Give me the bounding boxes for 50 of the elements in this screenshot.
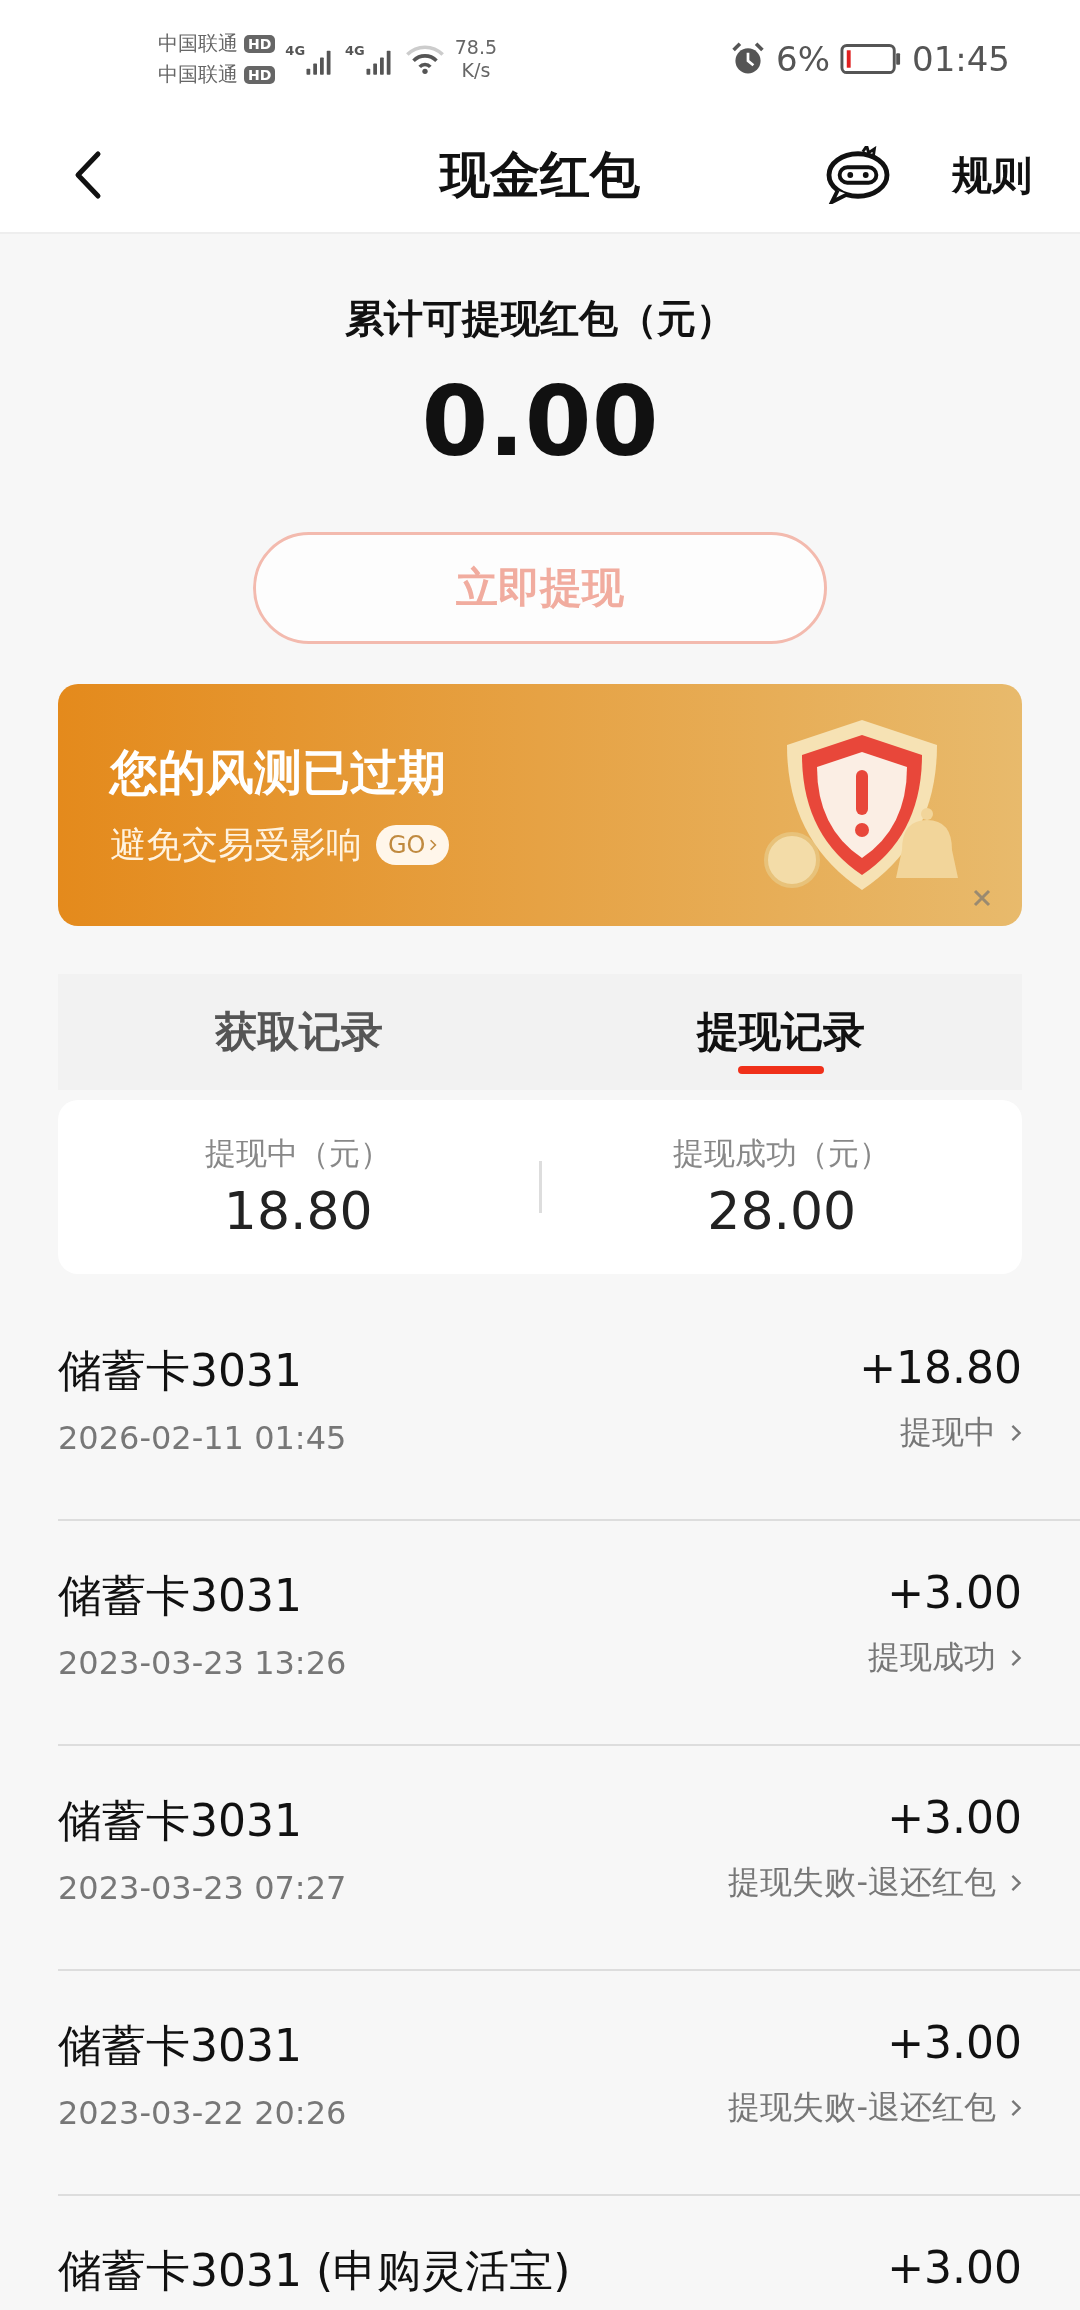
banner-subtitle: 避免交易受影响 — [110, 822, 362, 867]
rules-link[interactable]: 规则 — [952, 147, 1032, 203]
hd-badge: HD — [244, 34, 276, 53]
chevron-icon — [1010, 2098, 1022, 2118]
record-amount: +18.80 — [859, 1342, 1022, 1393]
record-title: 储蓄卡3031 — [58, 2019, 303, 2073]
record-status[interactable]: 提现失败-退还红包 — [728, 2086, 1022, 2130]
chatbot-icon[interactable] — [824, 146, 892, 204]
network-type: 4G — [345, 43, 365, 58]
chevron-icon — [428, 838, 437, 852]
record-date: 2023-03-22 20:26 — [58, 2094, 347, 2132]
record-status[interactable]: 提现中 — [900, 1411, 1022, 1455]
speed-unit: K/s — [461, 59, 491, 82]
record-status[interactable]: 提现成功 — [868, 1636, 1022, 1680]
record-tab[interactable]: 提现记录 — [540, 974, 1022, 1090]
chevron-icon — [1010, 1423, 1022, 1443]
summary-label: 提现成功（元） — [673, 1134, 891, 1173]
summary-label: 提现中（元） — [205, 1134, 392, 1173]
summary-value: 28.00 — [707, 1181, 857, 1241]
record-date: 2026-02-11 01:45 — [58, 1419, 347, 1457]
clock-time: 01:45 — [912, 39, 1010, 79]
page-title: 现金红包 — [440, 144, 640, 206]
summary-value: 18.80 — [223, 1181, 373, 1241]
chevron-icon — [1010, 1648, 1022, 1668]
record-title: 储蓄卡3031 (申购灵活宝) — [58, 2244, 571, 2298]
record-tab[interactable]: 获取记录 — [58, 974, 540, 1090]
network-type: 4G — [285, 43, 306, 58]
hd-badge: HD — [244, 65, 276, 84]
record-amount: +3.00 — [887, 2017, 1022, 2068]
battery-icon — [840, 43, 902, 75]
record-title: 储蓄卡3031 — [58, 1344, 303, 1398]
record-amount: +3.00 — [887, 1792, 1022, 1843]
record-status[interactable]: 提现失败-退还红包 — [728, 1861, 1022, 1905]
banner-title: 您的风测已过期 — [110, 742, 447, 802]
record-amount: +3.00 — [887, 2242, 1022, 2293]
carrier-name: 中国联通 — [158, 30, 238, 57]
record-title: 储蓄卡3031 — [58, 1569, 303, 1623]
balance-label: 累计可提现红包（元） — [345, 295, 735, 343]
record-amount: +3.00 — [887, 1567, 1022, 1618]
risk-banner[interactable]: 您的风测已过期 避免交易受影响 GO — [58, 684, 1022, 926]
chevron-icon — [1010, 1873, 1022, 1893]
record-date: 2023-03-23 13:26 — [58, 1644, 347, 1682]
battery-percent: 6% — [776, 39, 830, 79]
go-button[interactable]: GO — [376, 825, 449, 865]
record-date: 2023-03-23 07:27 — [58, 1869, 347, 1907]
balance-amount: 0.00 — [421, 366, 659, 478]
record-title: 储蓄卡3031 — [58, 1794, 303, 1848]
carrier-name: 中国联通 — [158, 61, 238, 88]
network-speed: 78.5 — [454, 36, 498, 59]
wifi-icon — [404, 44, 445, 74]
